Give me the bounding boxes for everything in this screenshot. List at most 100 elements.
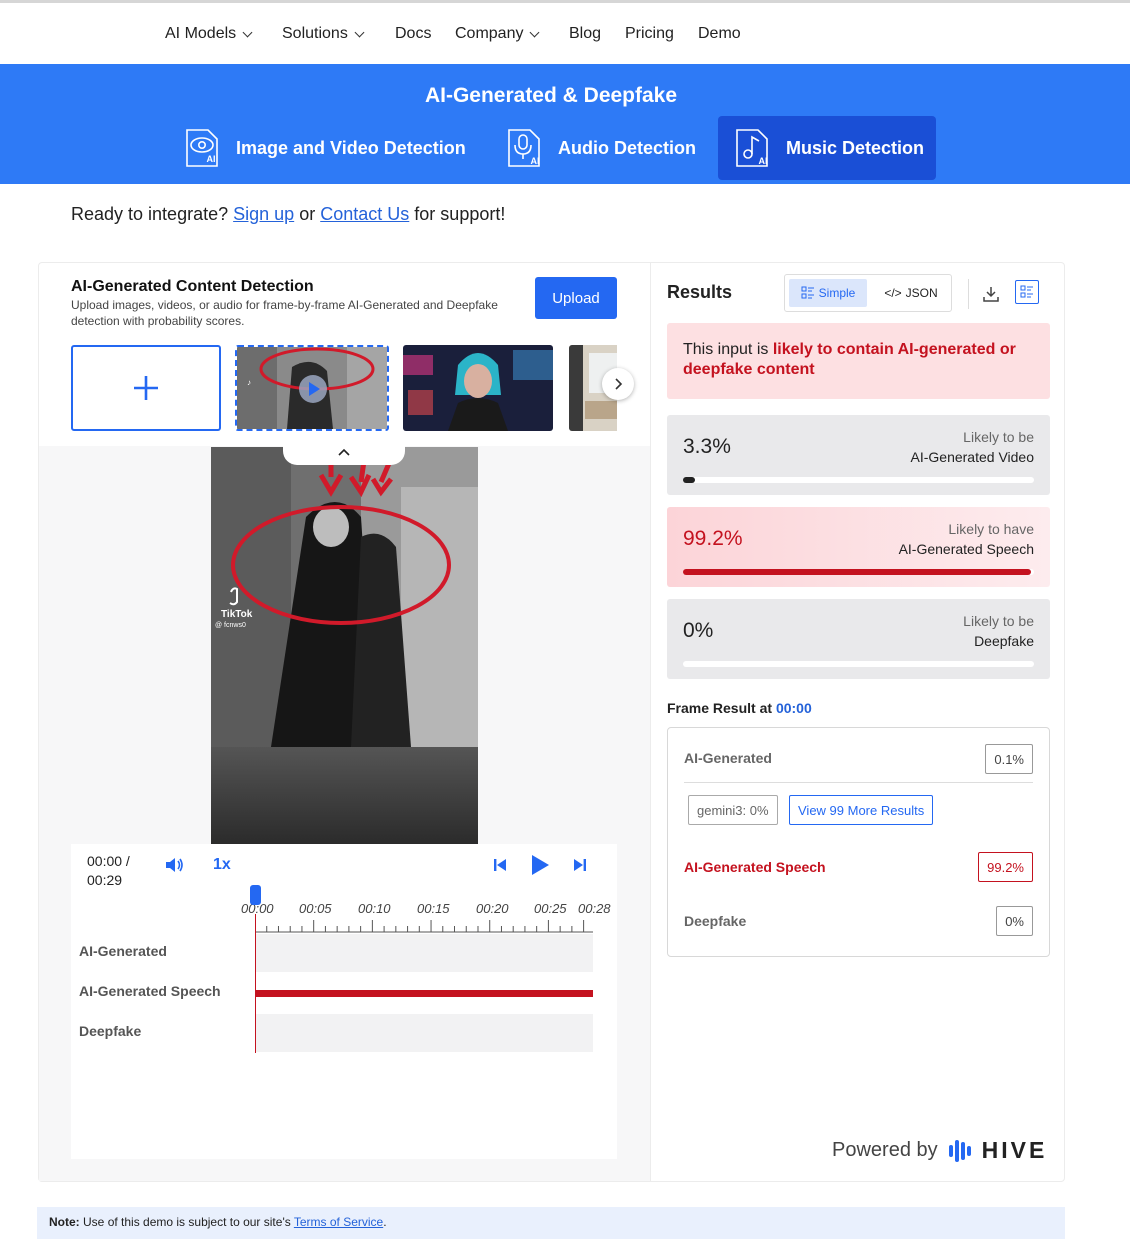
score-caption: Likely to be [963, 613, 1034, 629]
timeline-player: 00:00 / 00:29 1x 00:00 00:05 00:10 00:15 [71, 844, 617, 1159]
eye-ai-icon: AI [186, 129, 218, 167]
volume-icon [166, 858, 183, 872]
view-toggle: Simple </> JSON [784, 274, 952, 312]
demo-card: AI-Generated Content Detection Upload im… [38, 262, 1065, 1182]
media-thumbnail-selected[interactable]: ♪ [235, 345, 389, 431]
cyberpunk-thumbnail-image [403, 345, 553, 431]
nav-blog[interactable]: Blog [569, 25, 601, 43]
terms-note: Note: Use of this demo is subject to our… [37, 1207, 1065, 1239]
report-view-button[interactable] [1015, 280, 1039, 304]
skip-back-icon [494, 859, 506, 871]
view-more-results-button[interactable]: View 99 More Results [789, 795, 934, 825]
tab-music-detection[interactable]: AI Music Detection [718, 116, 936, 180]
tab-label: Image and Video Detection [236, 137, 466, 158]
volume-button[interactable] [163, 854, 185, 876]
results-title: Results [667, 282, 733, 302]
note-end: . [383, 1215, 387, 1229]
nav-docs[interactable]: Docs [395, 25, 431, 43]
time-display: 00:00 / 00:29 [87, 852, 130, 890]
frame-result-label: Frame Result at 00:00 [667, 700, 812, 716]
skip-forward-button[interactable] [569, 854, 591, 876]
verdict-alert: This input is likely to contain AI-gener… [667, 323, 1050, 399]
video-thumbnail-image: ♪ [237, 347, 387, 429]
integrate-or: or [299, 204, 316, 224]
score-category: AI-Generated Speech [898, 541, 1034, 557]
plus-icon [134, 376, 158, 400]
code-icon: </> [884, 286, 902, 300]
music-ai-icon: AI [736, 129, 768, 167]
nav-ai-models[interactable]: AI Models [165, 25, 253, 43]
score-caption: Likely to be [963, 429, 1034, 445]
skip-forward-icon [574, 859, 586, 871]
frame-result-box: AI-Generated 0.1% gemini3: 0% View 99 Mo… [667, 727, 1050, 957]
track-ai-speech: AI-Generated Speech [71, 973, 594, 1012]
playhead-line [255, 914, 256, 1053]
integrate-prefix: Ready to integrate? [71, 204, 229, 224]
tab-audio-detection[interactable]: AI Audio Detection [490, 116, 705, 180]
divider [684, 782, 1033, 783]
score-category: AI-Generated Video [910, 449, 1035, 465]
note-label: Note: [49, 1215, 80, 1229]
signup-link[interactable]: Sign up [233, 204, 294, 224]
model-chip: gemini3: 0% [688, 795, 778, 825]
score-percent: 99.2% [683, 527, 743, 550]
integrate-line: Ready to integrate? Sign up or Contact U… [71, 204, 505, 225]
chevron-down-icon [354, 27, 365, 37]
frame-label-text: Frame Result at [667, 700, 773, 716]
speech-detection-bar [255, 990, 593, 997]
nav-solutions[interactable]: Solutions [282, 25, 365, 43]
collapse-thumbnails-button[interactable] [283, 439, 405, 465]
download-button[interactable] [978, 281, 1004, 307]
list-icon [801, 286, 814, 299]
add-media-button[interactable] [71, 345, 221, 431]
input-panel: AI-Generated Content Detection Upload im… [39, 263, 650, 1181]
hive-logo-icon [948, 1139, 971, 1162]
score-bar-fill [683, 477, 696, 483]
svg-text:AI: AI [759, 156, 768, 166]
view-simple-button[interactable]: Simple [789, 279, 867, 307]
play-button[interactable] [527, 852, 553, 878]
terms-link[interactable]: Terms of Service [294, 1215, 383, 1229]
skip-back-button[interactable] [489, 854, 511, 876]
score-bar-fill [683, 569, 1032, 575]
track-ai-generated: AI-Generated [71, 933, 594, 972]
track-lane [255, 1014, 593, 1052]
nav-demo[interactable]: Demo [698, 25, 741, 43]
track-label: AI-Generated [79, 943, 167, 959]
powered-by-text: Powered by [832, 1139, 938, 1161]
media-thumbnail[interactable] [403, 345, 553, 431]
svg-text:AI: AI [531, 156, 540, 166]
score-percent: 0% [683, 619, 714, 642]
detection-banner: AI-Generated & Deepfake AI Image and Vid… [0, 64, 1130, 184]
alert-prefix: This input is [683, 341, 769, 358]
nav-label: Pricing [625, 25, 674, 42]
top-nav: AI Models Solutions Docs Company Blog Pr… [0, 3, 1130, 64]
tab-image-video-detection[interactable]: AI Image and Video Detection [168, 116, 468, 180]
track-deepfake: Deepfake [71, 1013, 594, 1052]
contact-link[interactable]: Contact Us [320, 204, 409, 224]
score-percent: 3.3% [683, 435, 731, 458]
nav-label: Blog [569, 25, 602, 42]
frame-time: 00:00 [775, 700, 812, 716]
nav-pricing[interactable]: Pricing [625, 25, 674, 43]
nav-label: Demo [698, 25, 741, 42]
nav-company[interactable]: Company [455, 25, 540, 43]
chevron-down-icon [530, 27, 540, 37]
tiktok-mark: ♪ [247, 378, 251, 387]
nav-label: Solutions [282, 25, 348, 42]
tick-marks [255, 920, 593, 933]
download-icon [983, 287, 999, 302]
view-json-button[interactable]: </> JSON [873, 279, 949, 307]
score-deepfake: 0% Likely to be Deepfake [667, 599, 1050, 679]
score-bar [683, 569, 1034, 575]
nav-label: Docs [395, 25, 432, 42]
time-current: 00:00 / [87, 853, 130, 869]
report-icon [1020, 285, 1033, 298]
upload-button[interactable]: Upload [535, 277, 617, 319]
timeline-ruler[interactable]: 00:00 00:05 00:10 00:15 00:20 00:25 00:2… [241, 894, 611, 934]
playback-rate[interactable]: 1x [213, 856, 231, 874]
next-thumbnails-button[interactable] [602, 368, 634, 400]
playhead-handle[interactable] [250, 885, 261, 905]
chevron-up-icon [338, 448, 350, 456]
mic-ai-icon: AI [508, 129, 540, 167]
